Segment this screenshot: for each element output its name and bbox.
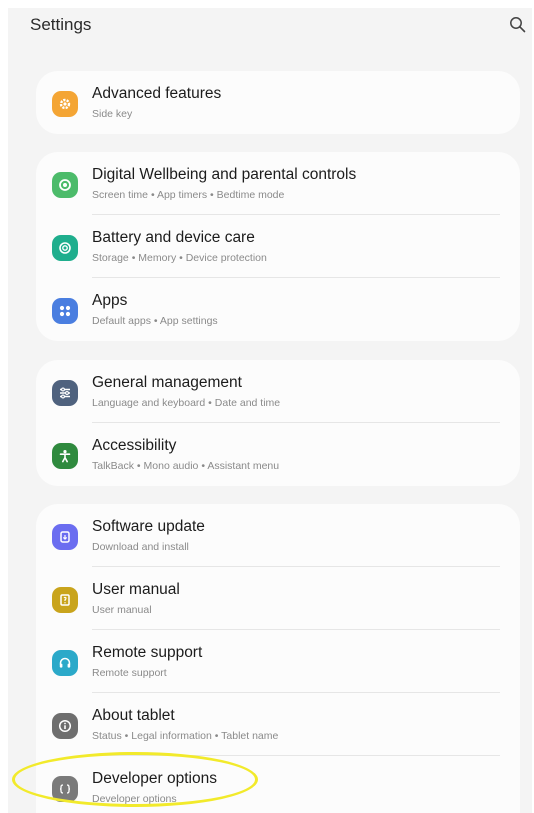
settings-group-advanced: Advanced features Side key [36, 71, 520, 134]
advanced-features-icon [52, 91, 78, 117]
software-update-icon [52, 524, 78, 550]
item-title: Advanced features [92, 85, 222, 102]
settings-item-battery-device-care[interactable]: Battery and device care Storage • Memory… [36, 215, 520, 278]
item-subtitle: Screen time • App timers • Bedtime mode [92, 189, 285, 201]
accessibility-icon [52, 443, 78, 469]
settings-group-general: General management Language and keyboard… [36, 360, 520, 486]
page-title: Settings [30, 15, 92, 34]
device-care-icon [52, 235, 78, 261]
item-subtitle: Storage • Memory • Device protection [92, 252, 267, 264]
item-title: About tablet [92, 707, 175, 724]
item-title: Software update [92, 518, 205, 535]
item-subtitle: Download and install [92, 541, 189, 553]
settings-item-user-manual[interactable]: User manual User manual [36, 567, 520, 630]
app-bar: Settings [8, 8, 532, 42]
settings-item-remote-support[interactable]: Remote support Remote support [36, 630, 520, 693]
apps-icon [52, 298, 78, 324]
highlight-ellipse [12, 752, 258, 807]
settings-item-general-management[interactable]: General management Language and keyboard… [36, 360, 520, 423]
item-title: Battery and device care [92, 229, 255, 246]
item-subtitle: Language and keyboard • Date and time [92, 397, 281, 409]
item-subtitle: Status • Legal information • Tablet name [92, 730, 279, 742]
item-title: Remote support [92, 644, 203, 661]
settings-item-accessibility[interactable]: Accessibility TalkBack • Mono audio • As… [36, 423, 520, 486]
settings-screen: Settings Advanced features Side key Digi… [8, 8, 532, 813]
digital-wellbeing-icon [52, 172, 78, 198]
item-subtitle: Side key [92, 108, 133, 120]
remote-support-icon [52, 650, 78, 676]
about-tablet-icon [52, 713, 78, 739]
item-subtitle: TalkBack • Mono audio • Assistant menu [92, 460, 280, 472]
item-subtitle: Default apps • App settings [92, 315, 218, 327]
settings-item-digital-wellbeing[interactable]: Digital Wellbeing and parental controls … [36, 152, 520, 215]
item-subtitle: Remote support [92, 667, 167, 679]
item-title: General management [92, 374, 242, 391]
settings-item-about-tablet[interactable]: About tablet Status • Legal information … [36, 693, 520, 756]
search-icon [509, 16, 525, 32]
item-title: User manual [92, 581, 180, 598]
item-subtitle: User manual [92, 604, 152, 616]
settings-item-apps[interactable]: Apps Default apps • App settings [36, 278, 520, 341]
settings-group-wellbeing: Digital Wellbeing and parental controls … [36, 152, 520, 341]
settings-item-software-update[interactable]: Software update Download and install [36, 504, 520, 567]
user-manual-icon [52, 587, 78, 613]
settings-item-advanced-features[interactable]: Advanced features Side key [36, 71, 520, 134]
item-title: Accessibility [92, 437, 177, 454]
item-title: Digital Wellbeing and parental controls [92, 166, 357, 183]
search-button[interactable] [506, 13, 528, 35]
item-title: Apps [92, 292, 128, 309]
general-management-icon [52, 380, 78, 406]
